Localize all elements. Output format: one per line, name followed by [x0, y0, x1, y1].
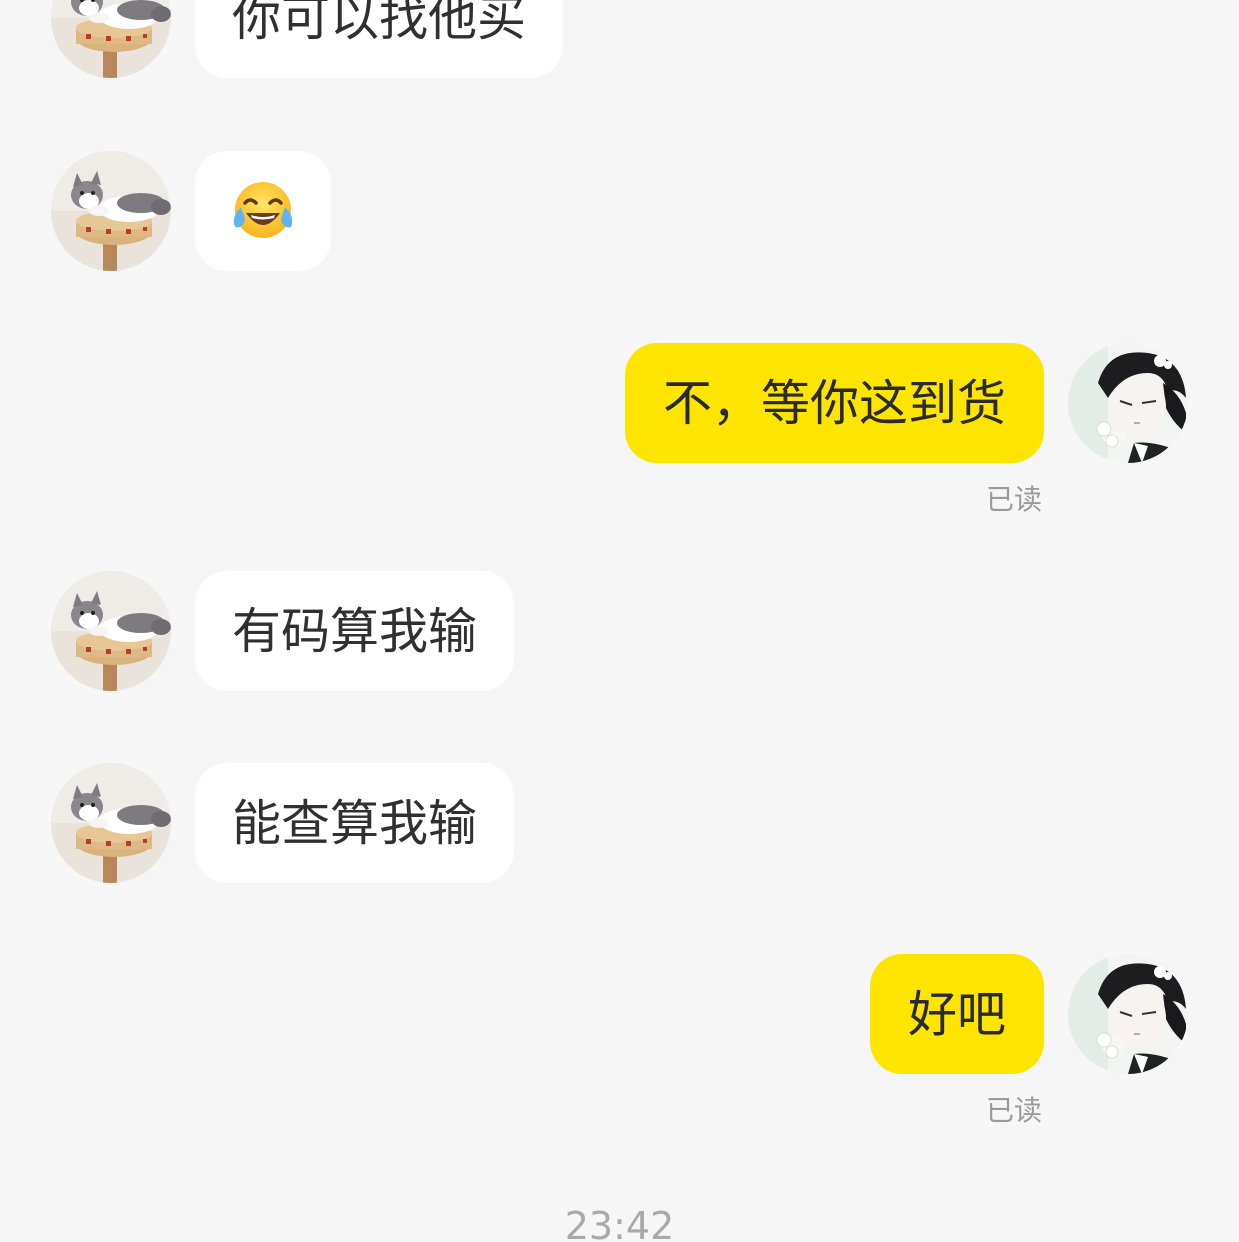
message-text: 你可以找他买: [232, 0, 527, 47]
cat-avatar[interactable]: [51, 151, 171, 271]
outgoing-message-bubble[interactable]: 好吧: [869, 954, 1044, 1074]
message-text: 能查算我输: [232, 794, 478, 852]
incoming-message-bubble[interactable]: 能查算我输: [195, 763, 515, 883]
cat-photo-icon: [51, 151, 171, 271]
anime-character-icon: [1068, 343, 1188, 463]
message-text: 有码算我输: [232, 602, 478, 660]
anime-character-icon: [1068, 954, 1188, 1074]
cat-photo-icon: [51, 571, 171, 691]
cat-avatar[interactable]: [51, 571, 171, 691]
read-receipt: 已读: [985, 1094, 1042, 1127]
incoming-emoji-bubble[interactable]: [195, 151, 331, 271]
cat-avatar[interactable]: [51, 763, 171, 883]
anime-avatar[interactable]: [1068, 954, 1188, 1074]
face-with-tears-of-joy-emoji-icon: [233, 182, 293, 238]
cat-photo-icon: [51, 763, 171, 883]
cat-avatar[interactable]: [51, 0, 171, 78]
message-timestamp: 23:42: [564, 1204, 675, 1242]
chat-thread: 你可以找他买 不，等你这到货 已读 有码算我输 能查算我输 好吧 已读 23:4…: [0, 0, 1239, 1242]
anime-avatar[interactable]: [1068, 343, 1188, 463]
message-text: 好吧: [907, 985, 1006, 1043]
incoming-message-bubble[interactable]: 你可以找他买: [195, 0, 564, 78]
message-text: 不，等你这到货: [662, 374, 1006, 432]
cat-photo-icon: [51, 0, 171, 78]
outgoing-message-bubble[interactable]: 不，等你这到货: [624, 343, 1044, 463]
read-receipt: 已读: [985, 483, 1042, 516]
incoming-message-bubble[interactable]: 有码算我输: [195, 571, 515, 691]
